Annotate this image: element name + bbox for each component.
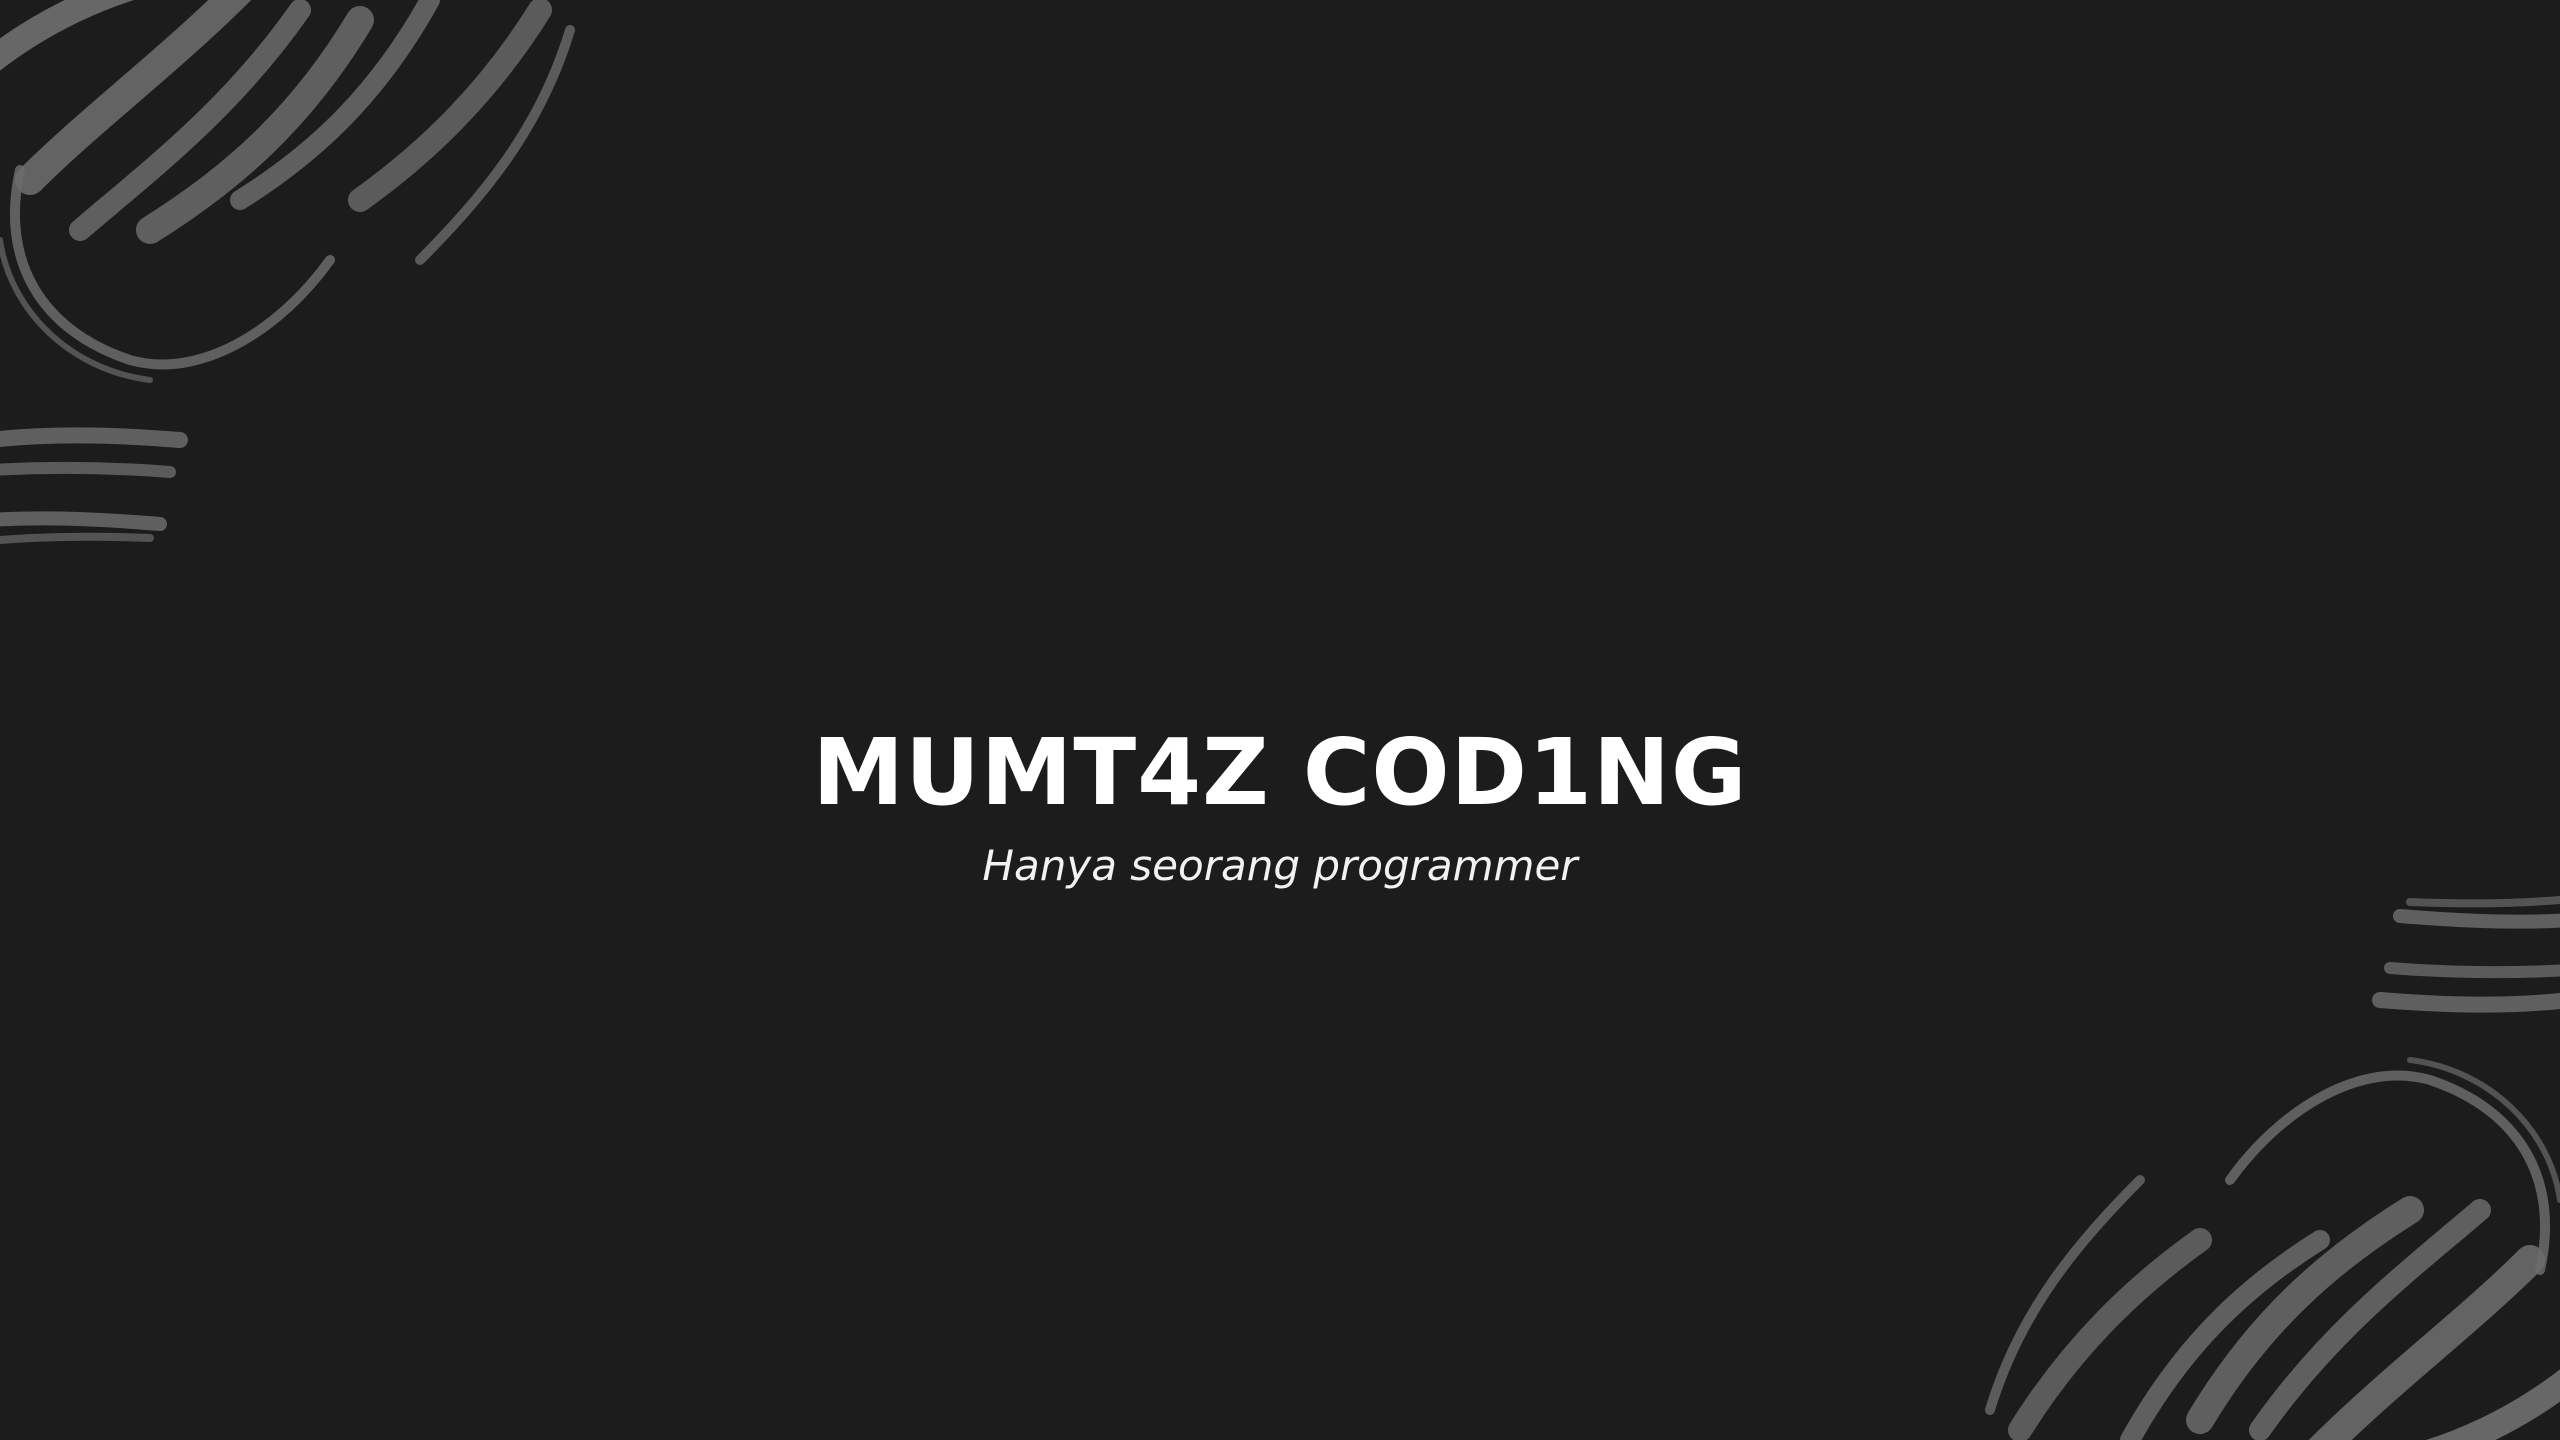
hero-block: MUMT4Z COD1NG Hanya seorang programmer <box>0 722 2560 892</box>
splash-screen: MUMT4Z COD1NG Hanya seorang programmer <box>0 0 2560 1440</box>
brush-stroke-swirl-bottom-right-icon <box>1985 896 2560 1440</box>
brush-stroke-swirl-top-left-icon <box>0 0 575 544</box>
page-subtitle: Hanya seorang programmer <box>982 841 1578 891</box>
page-title: MUMT4Z COD1NG <box>812 719 1748 826</box>
